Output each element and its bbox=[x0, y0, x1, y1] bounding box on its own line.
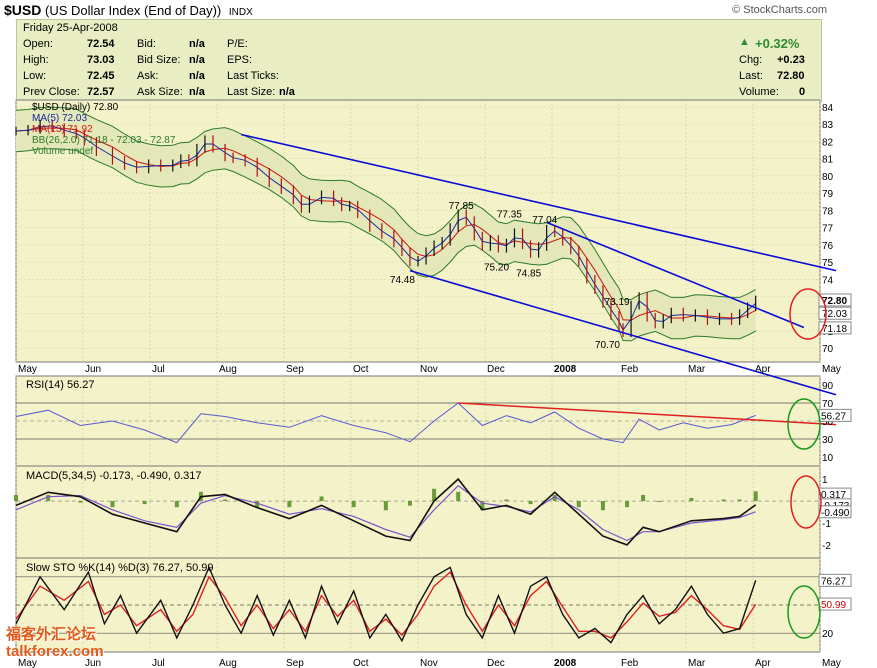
macd-histogram-bar bbox=[504, 499, 509, 502]
month-label: Jun bbox=[85, 364, 101, 375]
chart-svg: MayMayJunJunJulJulAugAugSepSepOctOctNovN… bbox=[14, 99, 852, 668]
legend-volume: Volume undef bbox=[32, 146, 93, 157]
price-right-label: 72.80 bbox=[822, 296, 847, 307]
price-annotation: 77.85 bbox=[449, 201, 474, 212]
macd-histogram-bar bbox=[287, 501, 292, 508]
month-label: 2008 bbox=[554, 364, 577, 375]
month-label: Apr bbox=[755, 658, 771, 668]
month-label: Mar bbox=[688, 364, 706, 375]
rsi-tick: 70 bbox=[822, 399, 834, 410]
price-annotation: 70.70 bbox=[595, 340, 620, 351]
macd-histogram-bar bbox=[721, 499, 726, 502]
macd-histogram-bar bbox=[319, 496, 324, 502]
sto-last-label: 76.27 bbox=[821, 576, 846, 587]
price-tick: 78 bbox=[822, 206, 834, 217]
price-tick: 74 bbox=[822, 275, 834, 286]
month-label: Feb bbox=[621, 364, 639, 375]
month-label: Dec bbox=[487, 364, 505, 375]
macd-histogram-bar bbox=[110, 501, 115, 508]
macd-histogram-bar bbox=[14, 494, 18, 502]
price-annotation: 74.85 bbox=[516, 269, 541, 280]
rsi-tick: 30 bbox=[822, 435, 834, 446]
month-label: Nov bbox=[420, 658, 438, 668]
month-label: Oct bbox=[353, 658, 369, 668]
macd-histogram-bar bbox=[641, 494, 646, 502]
month-label: Jul bbox=[152, 658, 165, 668]
macd-histogram-bar bbox=[407, 501, 412, 506]
legend-ma13: MA(13) 71.92 bbox=[32, 124, 93, 135]
macd-histogram-bar bbox=[737, 499, 742, 502]
month-label: Aug bbox=[219, 364, 237, 375]
month-label: Dec bbox=[487, 658, 505, 668]
price-annotation: 77.35 bbox=[497, 210, 522, 221]
rsi-tick: 90 bbox=[822, 381, 834, 392]
month-label: Apr bbox=[755, 364, 771, 375]
macd-tick: 1 bbox=[822, 475, 828, 486]
month-label: May bbox=[18, 364, 37, 375]
price-tick: 84 bbox=[822, 103, 834, 114]
price-tick: 83 bbox=[822, 120, 834, 131]
price-tick: 82 bbox=[822, 137, 834, 148]
month-label: Aug bbox=[219, 658, 237, 668]
macd-histogram-bar bbox=[142, 501, 147, 505]
macd-histogram-bar bbox=[600, 501, 605, 511]
rsi-tick: 10 bbox=[822, 453, 834, 464]
price-tick: 76 bbox=[822, 241, 834, 252]
macd-tick: -2 bbox=[822, 541, 831, 552]
site-watermark-url: talkforex.com bbox=[6, 643, 104, 660]
macd-histogram-bar bbox=[456, 491, 461, 502]
macd-histogram-bar bbox=[657, 501, 662, 503]
month-label: May bbox=[822, 658, 841, 668]
price-tick: 70 bbox=[822, 344, 834, 355]
month-label: Jul bbox=[152, 364, 165, 375]
legend-ma5: MA(5) 72.03 bbox=[32, 113, 87, 124]
price-tick: 79 bbox=[822, 189, 834, 200]
macd-histogram-bar bbox=[78, 501, 83, 503]
macd-histogram-bar bbox=[383, 501, 388, 511]
macd-histogram-bar bbox=[223, 499, 228, 502]
macd-histogram-bar bbox=[351, 501, 356, 508]
rsi-legend: RSI(14) 56.27 bbox=[26, 379, 94, 391]
site-watermark: 福客外汇论坛 talkforex.com bbox=[6, 626, 104, 660]
sto-tick: 20 bbox=[822, 629, 834, 640]
macd-histogram-bar bbox=[528, 501, 533, 505]
macd-histogram-bar bbox=[689, 497, 694, 502]
month-label: 2008 bbox=[554, 658, 577, 668]
price-tick: 81 bbox=[822, 155, 834, 166]
month-label: Feb bbox=[621, 658, 639, 668]
price-tick: 77 bbox=[822, 224, 834, 235]
price-annotation: 74.48 bbox=[390, 275, 415, 286]
macd-histogram-bar bbox=[576, 501, 581, 508]
month-label: Sep bbox=[286, 364, 304, 375]
month-label: May bbox=[822, 364, 841, 375]
price-annotation: 77.04 bbox=[532, 215, 557, 226]
price-tick: 80 bbox=[822, 172, 834, 183]
sto-legend: Slow STO %K(14) %D(3) 76.27, 50.99 bbox=[26, 562, 214, 574]
price-tick: 75 bbox=[822, 258, 834, 269]
price-annotation: 75.20 bbox=[484, 263, 509, 274]
legend-bb: BB(26,2.0) 71.18 - 72.03 - 72.87 bbox=[32, 135, 176, 146]
macd-histogram-bar bbox=[753, 491, 758, 502]
macd-last-label: -0.490 bbox=[821, 508, 850, 519]
legend-price: $USD (Daily) 72.80 bbox=[32, 102, 119, 113]
macd-histogram-bar bbox=[174, 501, 179, 508]
sto-last-label: 50.99 bbox=[821, 600, 846, 611]
site-watermark-cn: 福客外汇论坛 bbox=[6, 626, 97, 643]
rsi-last-label: 56.27 bbox=[821, 411, 846, 422]
month-label: Nov bbox=[420, 364, 438, 375]
month-label: Oct bbox=[353, 364, 369, 375]
macd-tick: -1 bbox=[822, 519, 831, 530]
macd-legend: MACD(5,34,5) -0.173, -0.490, 0.317 bbox=[26, 470, 201, 482]
month-label: Mar bbox=[688, 658, 706, 668]
price-annotation: 73.19 bbox=[605, 297, 630, 308]
price-right-label: 71.18 bbox=[822, 324, 847, 335]
month-label: Sep bbox=[286, 658, 304, 668]
macd-histogram-bar bbox=[625, 501, 630, 508]
macd-histogram-bar bbox=[46, 494, 51, 502]
